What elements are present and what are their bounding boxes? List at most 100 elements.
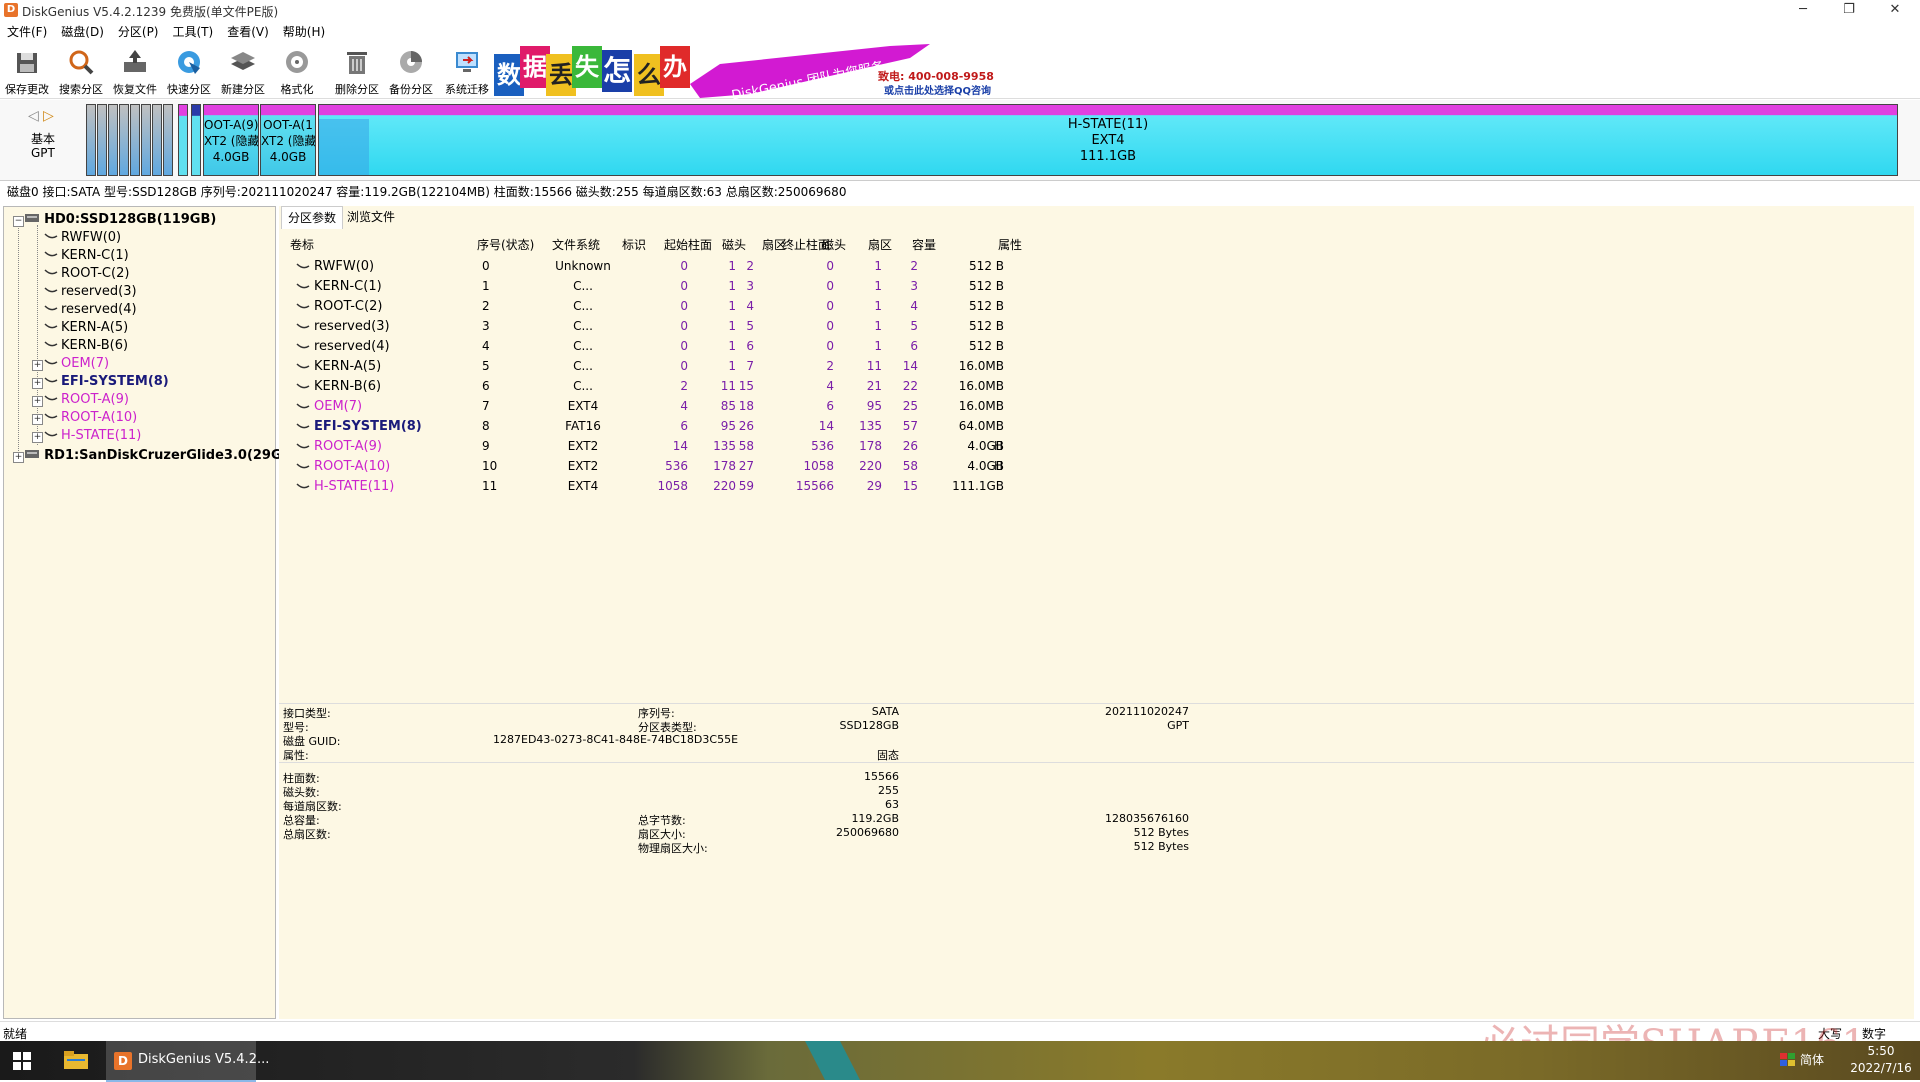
quick-partition-button[interactable]: 快速分区 — [162, 46, 216, 96]
table-row[interactable]: reserved(3) 3 C... 0 1 5 0 1 5 512 B — [282, 316, 1914, 336]
promo-banner[interactable]: 数 据 丢 失 怎 么 办 DiskGenius 团队为您服务 致电: 400-… — [490, 44, 1000, 104]
collapse-toggle-icon[interactable]: − — [13, 216, 24, 227]
table-row[interactable]: ROOT-A(10) 10 EXT2 536 178 27 1058 220 58 4.0GB H — [282, 456, 1914, 476]
expand-toggle-icon[interactable]: + — [13, 452, 24, 463]
column-header[interactable]: 磁头 — [722, 236, 746, 253]
table-row[interactable]: RWFW(0) 0 Unknown 0 1 2 0 1 2 512 B — [282, 256, 1914, 276]
table-row[interactable]: OEM(7) 7 EXT4 4 85 18 6 95 25 16.0MB — [282, 396, 1914, 416]
table-row[interactable]: ROOT-C(2) 2 C... 0 1 4 0 1 4 512 B — [282, 296, 1914, 316]
tree-partition-item[interactable]: ROOT-A(10) — [44, 409, 137, 427]
tree-partition-item[interactable]: KERN-A(5) — [44, 319, 128, 337]
partition-segment[interactable] — [191, 104, 201, 176]
menu-file[interactable]: 文件(F) — [0, 22, 54, 42]
column-header[interactable]: 起始柱面 — [664, 236, 712, 253]
tree-partition-item[interactable]: KERN-B(6) — [44, 337, 128, 355]
taskbar-app-diskgenius[interactable]: D DiskGenius V5.4.2... — [106, 1041, 269, 1082]
tree-partition-item[interactable]: OEM(7) — [44, 355, 109, 373]
partition-table-header: 卷标 序号(状态) 文件系统 标识 起始柱面 磁头 扇区 终止柱面 磁头 扇区 容量 属性 — [282, 234, 1914, 252]
menu-disk[interactable]: 磁盘(D) — [54, 22, 111, 42]
ime-indicator[interactable]: 简体 — [1800, 1051, 1824, 1068]
start-button[interactable] — [0, 1041, 48, 1080]
expand-toggle-icon[interactable]: + — [32, 360, 43, 371]
maximize-button[interactable]: ❐ — [1826, 0, 1872, 20]
partition-segment[interactable] — [97, 104, 107, 176]
partition-segment[interactable] — [141, 104, 151, 176]
partition-segment-root-a9[interactable]: OOT-A(9) XT2 (隐藏) 4.0GB — [203, 104, 259, 176]
column-header[interactable]: 文件系统 — [552, 236, 600, 253]
clock-time[interactable]: 5:50 — [1846, 1044, 1916, 1058]
menu-tools[interactable]: 工具(T) — [166, 22, 221, 42]
column-header[interactable]: 容量 — [912, 236, 936, 253]
menu-partition[interactable]: 分区(P) — [111, 22, 166, 42]
partition-segment-root-a10[interactable]: OOT-A(1 XT2 (隐藏 4.0GB — [260, 104, 316, 176]
table-cell: FAT16 — [565, 419, 601, 433]
expand-toggle-icon[interactable]: + — [32, 396, 43, 407]
table-cell: 512 B — [969, 259, 1004, 273]
partition-icon — [296, 403, 310, 409]
save-changes-button[interactable]: 保存更改 — [0, 46, 54, 96]
tree-partition-item[interactable]: ROOT-A(9) — [44, 391, 129, 409]
info-value: 512 Bytes — [1133, 826, 1189, 839]
language-icon[interactable] — [1780, 1053, 1796, 1067]
close-button[interactable]: ✕ — [1872, 0, 1918, 20]
backup-partition-button[interactable]: 备份分区 — [384, 46, 438, 96]
tree-partition-item[interactable]: EFI-SYSTEM(8) — [44, 373, 169, 391]
tree-partition-item[interactable]: H-STATE(11) — [44, 427, 141, 445]
table-row[interactable]: KERN-A(5) 5 C... 0 1 7 2 11 14 16.0MB — [282, 356, 1914, 376]
search-partition-button[interactable]: 搜索分区 — [54, 46, 108, 96]
partition-segment[interactable] — [119, 104, 129, 176]
recover-file-button[interactable]: 恢复文件 — [108, 46, 162, 96]
menu-help[interactable]: 帮助(H) — [276, 22, 332, 42]
system-migrate-button[interactable]: 系统迁移 — [440, 46, 494, 96]
column-header[interactable]: 卷标 — [290, 236, 314, 253]
tab-partition-params[interactable]: 分区参数 — [281, 206, 344, 229]
tab-browse-files[interactable]: 浏览文件 — [341, 206, 401, 228]
minimize-button[interactable]: ─ — [1780, 0, 1826, 20]
new-partition-button[interactable]: 新建分区 — [216, 46, 270, 96]
tree-partition-item[interactable]: reserved(3) — [44, 283, 137, 301]
table-row[interactable]: KERN-B(6) 6 C... 2 11 15 4 21 22 16.0MB — [282, 376, 1914, 396]
clock-date[interactable]: 2022/7/16 — [1846, 1061, 1916, 1075]
column-header[interactable]: 标识 — [622, 236, 646, 253]
table-row[interactable]: H-STATE(11) 11 EXT4 1058 220 59 15566 29 15 111.1… — [282, 476, 1914, 496]
partition-icon — [296, 343, 310, 349]
table-row[interactable]: ROOT-A(9) 9 EXT2 14 135 58 536 178 26 4.0GB H — [282, 436, 1914, 456]
menu-view[interactable]: 查看(V) — [220, 22, 276, 42]
hard-disk-icon — [25, 214, 39, 222]
partition-icon — [296, 383, 310, 389]
expand-toggle-icon[interactable]: + — [32, 378, 43, 389]
tree-partition-item[interactable]: reserved(4) — [44, 301, 137, 319]
partition-icon — [44, 377, 58, 383]
column-header[interactable]: 属性 — [998, 236, 1022, 253]
expand-toggle-icon[interactable]: + — [32, 432, 43, 443]
partition-segment[interactable] — [108, 104, 118, 176]
column-header[interactable]: 序号(状态) — [477, 236, 534, 253]
file-explorer-button[interactable] — [56, 1041, 100, 1080]
partition-segment[interactable] — [130, 104, 140, 176]
table-cell: 4 — [482, 339, 490, 353]
tree-partition-item[interactable]: ROOT-C(2) — [44, 265, 129, 283]
partition-segment[interactable] — [152, 104, 162, 176]
expand-toggle-icon[interactable]: + — [32, 414, 43, 425]
partition-segment-h-state[interactable]: H-STATE(11) EXT4 111.1GB — [318, 104, 1898, 176]
format-button[interactable]: 格式化 — [270, 46, 324, 96]
table-row[interactable]: reserved(4) 4 C... 0 1 6 0 1 6 512 B — [282, 336, 1914, 356]
tree-partition-item[interactable]: RWFW(0) — [44, 229, 121, 247]
nav-next-icon[interactable]: ▷ — [43, 108, 54, 124]
table-cell: 0 — [680, 339, 688, 353]
banner-qq-link[interactable]: 或点击此处选择QQ咨询 — [884, 82, 991, 97]
delete-partition-button[interactable]: 删除分区 — [330, 46, 384, 96]
table-row[interactable]: EFI-SYSTEM(8) 8 FAT16 6 95 26 14 135 57 64.0MB — [282, 416, 1914, 436]
table-cell: 21 — [866, 379, 882, 393]
partition-segment[interactable] — [163, 104, 173, 176]
partition-icon — [44, 359, 58, 365]
column-header[interactable]: 磁头 — [822, 236, 846, 253]
nav-prev-icon[interactable]: ◁ — [28, 108, 39, 124]
tree-partition-item[interactable]: KERN-C(1) — [44, 247, 129, 265]
table-row[interactable]: KERN-C(1) 1 C... 0 1 3 0 1 3 512 B — [282, 276, 1914, 296]
tree-disk1[interactable]: RD1:SanDiskCruzerGlide3.0(29GB — [24, 447, 292, 465]
partition-segment[interactable] — [178, 104, 188, 176]
tree-disk0[interactable]: HD0:SSD128GB(119GB) — [24, 211, 216, 229]
partition-segment[interactable] — [86, 104, 96, 176]
column-header[interactable]: 扇区 — [868, 236, 892, 253]
